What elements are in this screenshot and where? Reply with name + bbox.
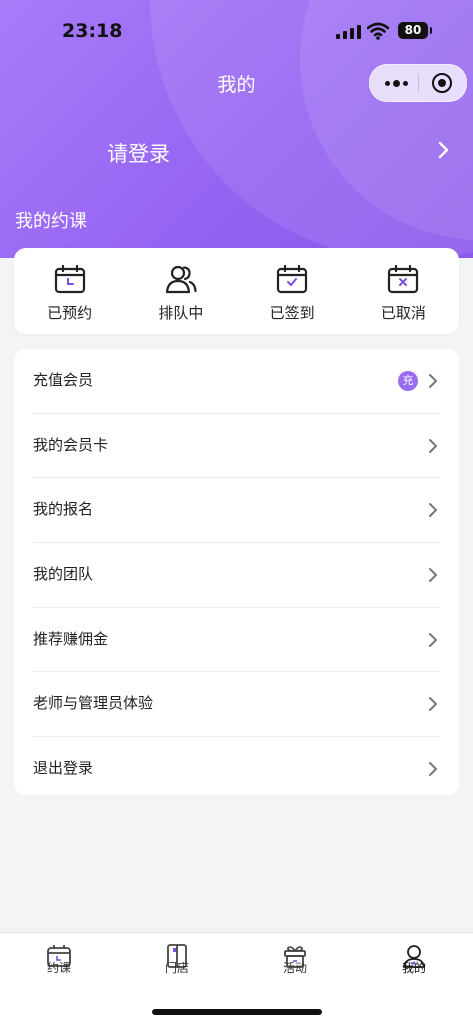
course-status-label: 已取消 [380,304,426,322]
tab-booking[interactable]: 约课 [29,943,89,976]
menu-item-my-team[interactable]: 我的团队 [33,543,440,608]
chevron-right-icon[interactable] [437,140,451,160]
menu-item-member-card[interactable]: 我的会员卡 [33,414,440,479]
menu-item-referral-commission[interactable]: 推荐赚佣金 [33,608,440,673]
menu-item-label: 我的报名 [33,500,94,519]
menu-item-label: 我的会员卡 [33,435,109,454]
chevron-right-icon [429,438,437,453]
course-status-label: 已预约 [47,304,93,322]
status-time: 23:18 [62,20,123,42]
recharge-badge: 充 [398,371,418,391]
menu-item-recharge-membership[interactable]: 充值会员 充 [33,349,440,414]
chevron-right-icon [429,762,437,777]
course-status-label: 排队中 [158,304,204,322]
battery-icon: 80 [398,22,432,39]
login-link[interactable]: 请登录 [107,138,170,168]
tab-store[interactable]: 门店 [147,943,207,976]
menu-item-my-registration[interactable]: 我的报名 [33,478,440,544]
course-status-queue[interactable]: 排队中 [125,248,236,334]
chevron-right-icon [429,697,437,712]
profile-header: 23:18 80 我的 请登录 我的约课 [0,0,473,258]
section-title: 我的约课 [15,211,87,232]
menu-item-label: 老师与管理员体验 [33,694,154,713]
chevron-right-icon [429,568,437,583]
menu-list: 充值会员 充 我的会员卡 我的报名 我的团队 推荐赚佣金 老师与管理员体验 退出… [14,349,459,795]
tab-label: 约课 [46,961,71,975]
course-status-cancelled[interactable]: 已取消 [348,248,459,334]
course-status-card: 已预约 排队中 已签到 已取消 [14,248,459,334]
course-status-label: 已签到 [269,304,315,322]
chevron-right-icon [429,632,437,647]
menu-item-label: 我的团队 [33,565,94,584]
users-icon [165,265,197,294]
calendar-clock-icon [54,264,85,294]
more-icon[interactable] [385,80,408,87]
mini-program-capsule[interactable] [369,64,467,102]
menu-item-label: 充值会员 [33,371,94,389]
chevron-right-icon [429,374,437,388]
calendar-cancel-icon [388,264,419,294]
course-status-checked-in[interactable]: 已签到 [237,248,348,334]
calendar-check-icon [277,264,308,294]
tab-activity[interactable]: 活动 [265,943,325,976]
capsule-divider [418,74,419,92]
close-target-icon[interactable] [432,73,452,93]
menu-item-label: 推荐赚佣金 [33,629,109,648]
tab-label: 我的 [401,961,426,975]
home-indicator[interactable] [152,1009,322,1015]
signal-icon [336,24,361,39]
status-bar: 23:18 80 [0,0,473,60]
course-status-booked[interactable]: 已预约 [14,248,125,334]
chevron-right-icon [429,503,437,518]
tab-profile[interactable]: 我的 [384,943,444,976]
wifi-icon [367,22,389,40]
tab-label: 门店 [164,961,189,975]
menu-item-label: 退出登录 [33,759,94,778]
tab-label: 活动 [282,961,307,975]
menu-item-logout[interactable]: 退出登录 [33,737,440,801]
menu-item-teacher-admin-experience[interactable]: 老师与管理员体验 [33,672,440,738]
